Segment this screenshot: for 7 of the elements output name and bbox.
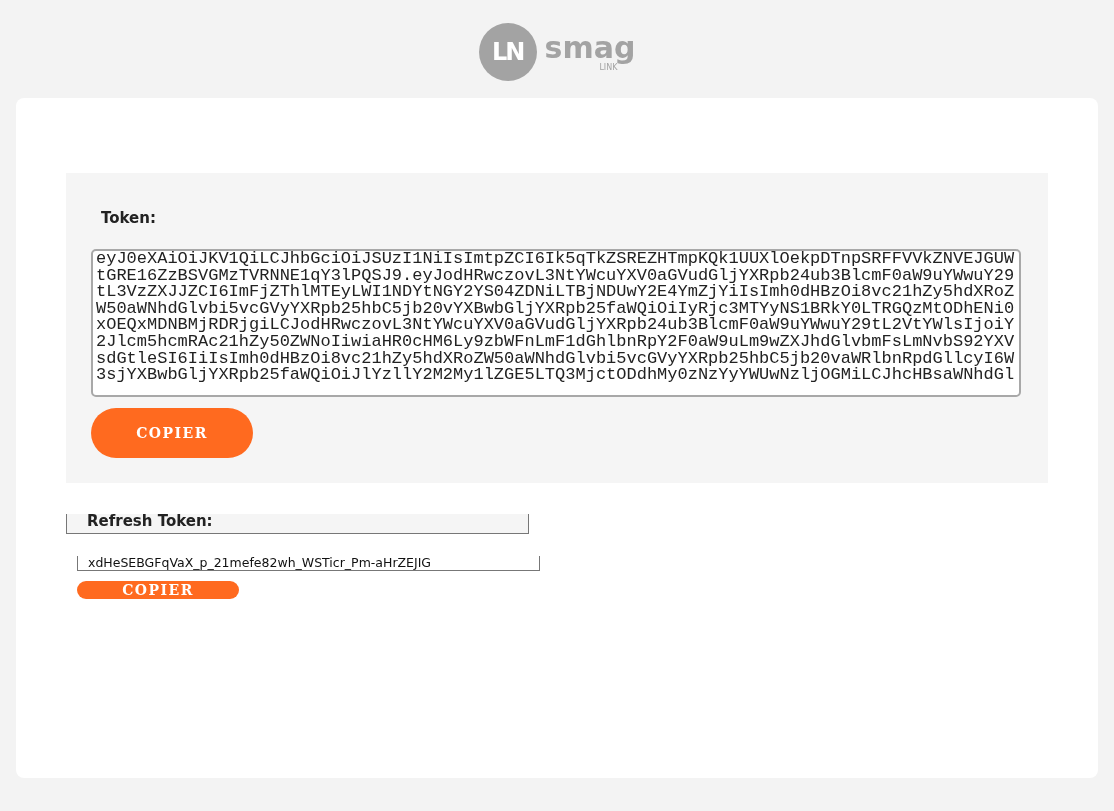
logo-name: smag <box>544 32 636 63</box>
field-label: Refresh Token: <box>87 514 213 528</box>
token-field[interactable]: xdHeSEBGFqVaX_p_21mefe82wh_WSTicr_Pm-aHrZEJIG <box>77 556 540 571</box>
logo-subtitle: LINK <box>599 62 618 72</box>
token-textarea[interactable]: eyJ0eXAiOiJKV1QiLCJhbGciOiJSUzI1NiIsImtpZCI6Ik5qTkZSREZHTmpKQk1UUXlOekpDTnpSRFFVVkZNVEJGUWtGRE16ZzBSVGMzTVRNNE1qY3lPQSJ9.eyJodHRwczovL3NtYWcuYXV0aGVudGljYXRpb24ub3BlcmF0aW9uYWwuY29tL3VzZXJJZCI6ImFjZThlMTEyLWI1NDYtNGY2YS04ZDNiLTBjNDUwY2E4YmZjYiIsImh0dHBzOi8vc21hZy5hdXRoZW50aWNhdGlvbi5vcGVyYXRpb25hbC5jb20vYXBwbGljYXRpb25faWQiOiIyRjc3MTYyNS1BRkY0LTRGQzMtODhENi0xOEQxMDNBMjRDRjgiLCJodHRwczovL3NtYWcuYXV0aGVudGljYXRpb24ub3BlcmF0aW9uYWwuY29tL2VtYWlsIjoiY2Jlcm5hcmRAc21hZy50ZWNoIiwiaHR0cHM6Ly9zbWFnLmF1dGhlbnRpY2F0aW9uLm9wZXJhdGlvbmFsLmNvbS92YXVsdGtleSI6IiIsImh0dHBzOi8vc21hZy5hdXRoZW50aWNhdGlvbi5vcGVyYXRpb25hbC5jb20vaWRlbnRpdGllcyI6W3sjYXBwbGljYXRpb25faWQiOiJlYzllY2M2My1lZGE5LTQ3MjctODdhMy0zNzYyYWUwNzljOGMiLCJhcHBsaWNhdGl <box>91 249 1021 397</box>
field-label: Token: <box>101 209 156 227</box>
logo-mark: LN <box>478 23 537 81</box>
